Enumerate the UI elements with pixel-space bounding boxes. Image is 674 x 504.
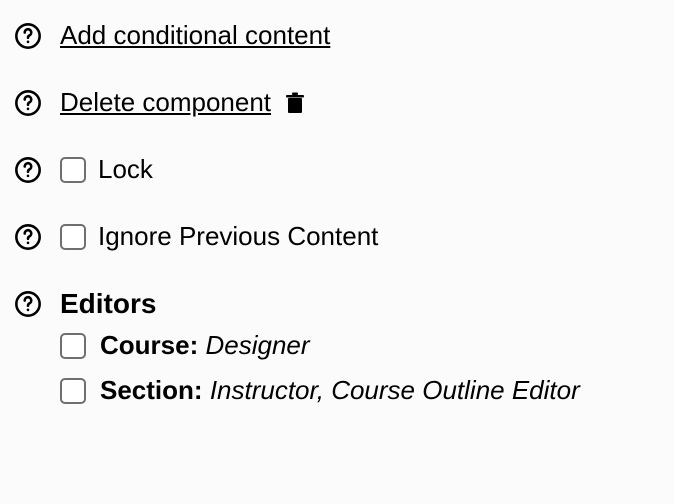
lock-label: Lock <box>98 154 153 185</box>
delete-component-link[interactable]: Delete component <box>60 87 271 118</box>
editor-course-label: Course: Designer <box>100 330 310 361</box>
editors-heading: Editors <box>60 288 580 320</box>
ignore-previous-checkbox[interactable] <box>60 224 86 250</box>
help-icon[interactable] <box>14 223 42 251</box>
editor-section-checkbox[interactable] <box>60 378 86 404</box>
help-icon[interactable] <box>14 156 42 184</box>
help-icon[interactable] <box>14 22 42 50</box>
editor-row: Course: Designer <box>60 330 580 361</box>
help-icon[interactable] <box>14 89 42 117</box>
lock-checkbox[interactable] <box>60 157 86 183</box>
ignore-previous-label: Ignore Previous Content <box>98 221 378 252</box>
editor-section-label: Section: Instructor, Course Outline Edit… <box>100 375 580 406</box>
trash-icon[interactable] <box>283 90 307 116</box>
editor-course-checkbox[interactable] <box>60 333 86 359</box>
editor-row: Section: Instructor, Course Outline Edit… <box>60 375 580 406</box>
add-conditional-content-link[interactable]: Add conditional content <box>60 20 330 51</box>
help-icon[interactable] <box>14 290 42 318</box>
